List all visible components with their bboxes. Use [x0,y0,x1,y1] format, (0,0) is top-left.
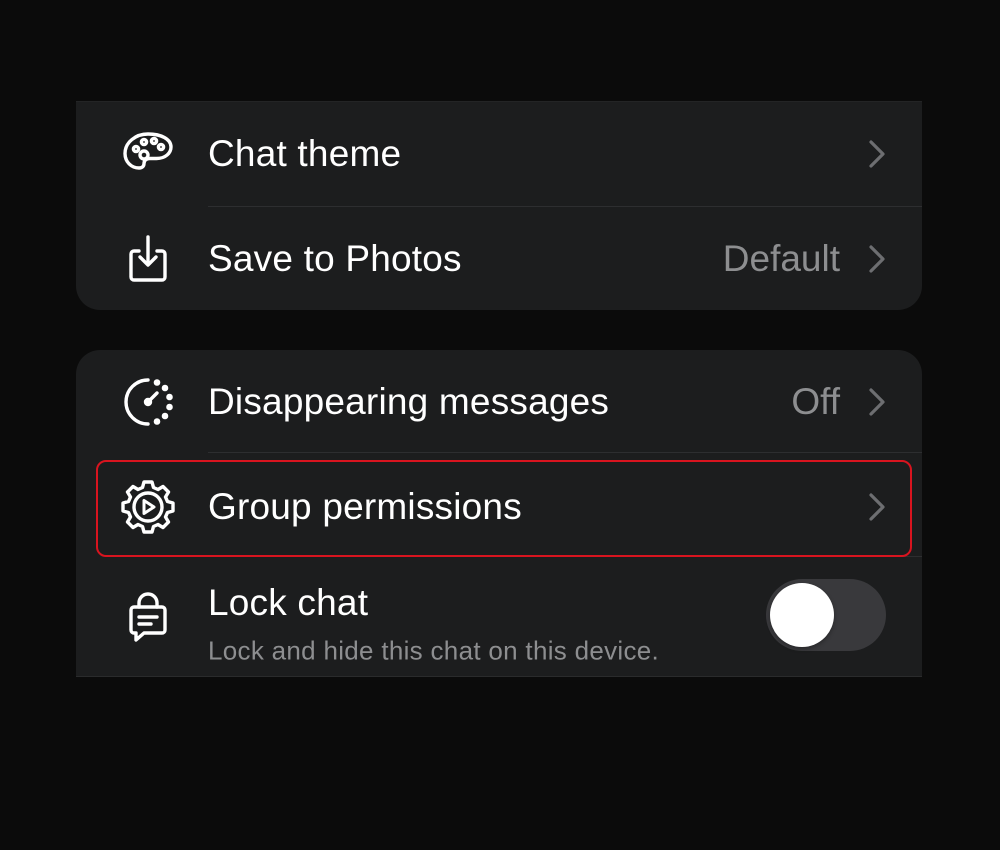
chat-theme-label: Chat theme [208,132,402,174]
save-download-icon [120,231,176,287]
chat-theme-row[interactable]: Chat theme [76,102,922,205]
timer-icon [120,374,176,430]
disappearing-messages-value: Off [791,380,840,422]
toggle-knob [770,583,834,647]
palette-icon [120,126,176,182]
chevron-right-icon [868,387,886,417]
gear-play-icon [120,479,176,535]
chevron-right-icon [868,492,886,522]
settings-group-appearance: Chat theme Save to Photos Default [76,101,922,310]
chevron-right-icon [868,244,886,274]
lock-chat-toggle[interactable] [766,579,886,651]
save-to-photos-label: Save to Photos [208,237,462,279]
disappearing-messages-row[interactable]: Disappearing messages Off [76,350,922,453]
divider [208,452,922,453]
disappearing-messages-label: Disappearing messages [208,380,610,422]
lock-chat-label: Lock chat [208,582,369,623]
group-permissions-row[interactable]: Group permissions [76,455,922,558]
save-to-photos-row[interactable]: Save to Photos Default [76,207,922,310]
chevron-right-icon [868,139,886,169]
lock-chat-icon [120,588,176,644]
settings-group-privacy: Disappearing messages Off Group permissi… [76,350,922,677]
group-permissions-label: Group permissions [208,485,522,527]
lock-chat-subtitle: Lock and hide this chat on this device. [208,635,660,666]
save-to-photos-value: Default [722,237,840,279]
lock-chat-row: Lock chat Lock and hide this chat on thi… [76,557,922,676]
